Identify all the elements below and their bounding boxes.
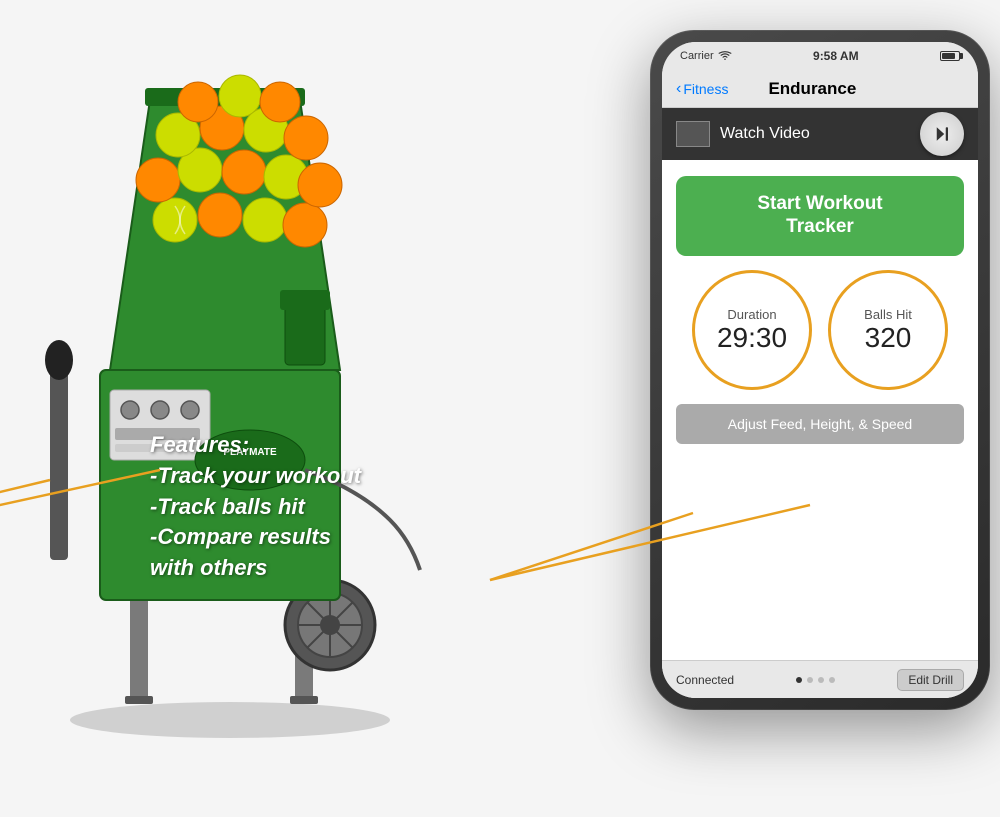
- battery-icon: [940, 51, 960, 61]
- video-thumbnail: [676, 121, 710, 147]
- start-workout-text: Start Workout Tracker: [757, 193, 882, 239]
- page-dots: [796, 677, 835, 683]
- start-workout-button[interactable]: Start Workout Tracker: [676, 176, 964, 256]
- balls-hit-value: 320: [865, 322, 912, 354]
- chevron-left-icon: ‹: [676, 81, 681, 97]
- play-pause-icon: [933, 125, 951, 143]
- watch-video-label: Watch Video: [720, 125, 810, 143]
- back-label: Fitness: [683, 81, 728, 97]
- duration-label: Duration: [727, 307, 776, 322]
- status-bar-left: Carrier: [680, 50, 732, 62]
- features-line4: -Compare results: [150, 522, 361, 553]
- status-bar-right: [940, 51, 960, 61]
- start-workout-line1: Start Workout: [757, 193, 882, 216]
- watch-video-left: Watch Video: [676, 121, 810, 147]
- back-button[interactable]: ‹ Fitness: [676, 81, 728, 97]
- adjust-label: Adjust Feed, Height, & Speed: [728, 416, 912, 432]
- watch-video-row[interactable]: Watch Video: [662, 108, 978, 160]
- dot-2: [807, 677, 813, 683]
- features-line3: -Track balls hit: [150, 492, 361, 523]
- features-line5: with others: [150, 553, 361, 584]
- dot-3: [818, 677, 824, 683]
- left-section: PLAYMATE: [0, 0, 620, 817]
- connected-label: Connected: [676, 673, 734, 687]
- wifi-icon: [718, 51, 732, 61]
- balls-hit-label: Balls Hit: [864, 307, 912, 322]
- play-pause-button[interactable]: [920, 112, 964, 156]
- balls-hit-circle: Balls Hit 320: [828, 270, 948, 390]
- phone-container: Carrier 9:58 AM: [650, 30, 990, 710]
- duration-circle: Duration 29:30: [692, 270, 812, 390]
- start-workout-line2: Tracker: [757, 216, 882, 239]
- dot-1: [796, 677, 802, 683]
- features-text: Features: -Track your workout -Track bal…: [150, 430, 361, 584]
- features-line1: Features:: [150, 430, 361, 461]
- phone-body: Carrier 9:58 AM: [650, 30, 990, 710]
- carrier-label: Carrier: [680, 50, 714, 62]
- stats-row: Duration 29:30 Balls Hit 320: [676, 270, 964, 390]
- screen-content: Watch Video Start Workout: [662, 108, 978, 698]
- bottom-bar: Connected Edit Drill: [662, 660, 978, 698]
- dot-4: [829, 677, 835, 683]
- duration-value: 29:30: [717, 322, 787, 354]
- status-bar: Carrier 9:58 AM: [662, 42, 978, 70]
- phone-screen: Carrier 9:58 AM: [662, 42, 978, 698]
- navigation-bar: ‹ Fitness Endurance: [662, 70, 978, 108]
- status-time: 9:58 AM: [813, 49, 859, 63]
- main-content: Start Workout Tracker Duration 29:30 Bal…: [662, 160, 978, 660]
- adjust-feed-button[interactable]: Adjust Feed, Height, & Speed: [676, 404, 964, 444]
- features-line2: -Track your workout: [150, 461, 361, 492]
- edit-drill-button[interactable]: Edit Drill: [897, 669, 964, 691]
- page-title: Endurance: [768, 79, 856, 99]
